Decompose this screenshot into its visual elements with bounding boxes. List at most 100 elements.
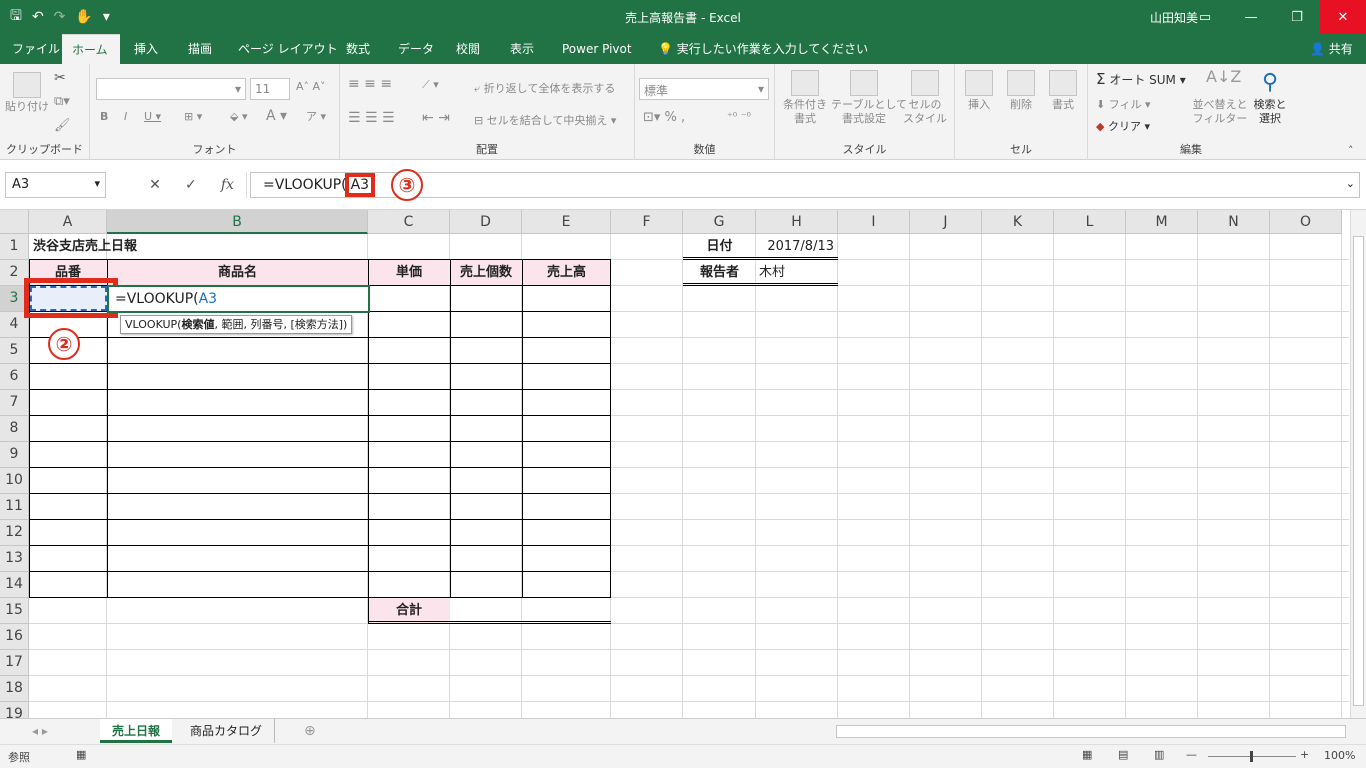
collapse-ribbon-icon[interactable]: ˄ xyxy=(1348,144,1354,157)
column-header[interactable]: C xyxy=(368,210,450,234)
font-name-input[interactable]: ▾ xyxy=(96,78,246,100)
cut-icon[interactable]: ✂ xyxy=(54,70,66,86)
tab-review[interactable]: 校閲 xyxy=(446,34,490,64)
column-header[interactable]: A xyxy=(29,210,107,234)
scroll-thumb[interactable] xyxy=(1353,236,1364,706)
expand-formula-icon[interactable]: ⌄ xyxy=(1346,177,1355,190)
conditional-format-button[interactable]: 条件付き 書式 xyxy=(779,70,831,126)
grow-font-icon[interactable]: A˄ A˅ xyxy=(296,80,326,93)
phonetic-icon[interactable]: ア ▾ xyxy=(306,108,326,124)
tab-view[interactable]: 表示 xyxy=(500,34,544,64)
row-header[interactable]: 9 xyxy=(0,442,29,468)
format-painter-icon[interactable]: 🖌 xyxy=(54,118,71,133)
indent-icon[interactable]: ⇤ ⇥ xyxy=(422,110,450,126)
row-header[interactable]: 11 xyxy=(0,494,29,520)
format-cells-button[interactable]: 書式 xyxy=(1043,70,1083,112)
tab-power-pivot[interactable]: Power Pivot xyxy=(552,34,642,64)
underline-icon[interactable]: U ▾ xyxy=(144,110,161,123)
insert-function-icon[interactable]: fx xyxy=(221,177,234,193)
find-select-button[interactable]: ⚲ 検索と 選択 xyxy=(1248,70,1292,126)
sheet-tab-catalog[interactable]: 商品カタログ xyxy=(178,719,276,743)
font-size-input[interactable]: 11 xyxy=(250,78,290,100)
wrap-text-button[interactable]: ⤶ 折り返して全体を表示する xyxy=(474,80,615,96)
select-all-corner[interactable] xyxy=(0,210,29,234)
tab-formulas[interactable]: 数式 xyxy=(336,34,380,64)
row-header[interactable]: 15 xyxy=(0,598,29,624)
tab-data[interactable]: データ xyxy=(388,34,444,64)
share-button[interactable]: 👤 共有 xyxy=(1300,34,1363,64)
zoom-level[interactable]: 100% xyxy=(1324,749,1355,762)
row-header[interactable]: 7 xyxy=(0,390,29,416)
row-header[interactable]: 13 xyxy=(0,546,29,572)
worksheet-grid[interactable]: A B C D E F G H I J K L M N O 1 2 3 4 5 6 7 8 9 10 11 12 13 14 15 16 17… xyxy=(0,210,1350,718)
bold-icon[interactable]: B xyxy=(100,110,108,123)
sort-filter-button[interactable]: A↓Z 並べ替えと フィルター xyxy=(1192,69,1248,126)
prev-sheet-icon[interactable]: ◂ ▸ xyxy=(20,719,60,743)
minimize-icon[interactable]: — xyxy=(1228,0,1274,34)
tab-draw[interactable]: 描画 xyxy=(178,34,222,64)
merge-center-button[interactable]: ⊟ セルを結合して中央揃え ▾ xyxy=(474,112,616,128)
row-header[interactable]: 10 xyxy=(0,468,29,494)
column-header[interactable]: J xyxy=(910,210,982,234)
column-header[interactable]: M xyxy=(1126,210,1198,234)
page-break-view-icon[interactable]: ▥ xyxy=(1154,748,1164,761)
clear-button[interactable]: ◆ クリア ▾ xyxy=(1096,118,1150,134)
column-header[interactable]: I xyxy=(838,210,910,234)
delete-cells-button[interactable]: 削除 xyxy=(1001,70,1041,112)
autosum-button[interactable]: Σ オート SUM ▾ xyxy=(1096,70,1186,88)
zoom-in-icon[interactable]: + xyxy=(1300,748,1309,761)
row-header[interactable]: 18 xyxy=(0,676,29,702)
page-layout-view-icon[interactable]: ▤ xyxy=(1118,748,1128,761)
column-header[interactable]: E xyxy=(522,210,611,234)
vertical-scrollbar[interactable] xyxy=(1350,210,1366,718)
column-header[interactable]: F xyxy=(611,210,683,234)
italic-icon[interactable]: I xyxy=(124,110,127,123)
cell-styles-button[interactable]: セルの スタイル xyxy=(899,70,951,126)
zoom-out-icon[interactable]: — xyxy=(1186,748,1197,761)
align-left-icon[interactable]: ☰ ☰ ☰ xyxy=(348,110,395,126)
restore-icon[interactable]: ❐ xyxy=(1274,0,1320,34)
macro-record-icon[interactable]: ▦ xyxy=(76,748,86,761)
borders-icon[interactable]: ⊞ ▾ xyxy=(184,110,202,123)
paste-button[interactable]: 貼り付け xyxy=(4,72,50,114)
cancel-icon[interactable]: ✕ xyxy=(149,177,161,193)
column-header[interactable]: N xyxy=(1198,210,1270,234)
number-format-select[interactable]: 標準 ▾ xyxy=(639,78,769,100)
ribbon-display-icon[interactable]: ▭ xyxy=(1182,0,1228,34)
row-header[interactable]: 14 xyxy=(0,572,29,598)
tell-me-box[interactable]: 💡 実行したい作業を入力してください xyxy=(648,34,878,64)
column-header[interactable]: H xyxy=(756,210,838,234)
row-header[interactable]: 16 xyxy=(0,624,29,650)
fill-button[interactable]: ⬇ フィル ▾ xyxy=(1096,96,1151,112)
align-top-icon[interactable]: ≡ ≡ ≡ xyxy=(348,76,392,92)
tab-page-layout[interactable]: ページ レイアウト xyxy=(228,34,348,64)
row-header[interactable]: 8 xyxy=(0,416,29,442)
insert-cells-button[interactable]: 挿入 xyxy=(959,70,999,112)
column-header[interactable]: K xyxy=(982,210,1054,234)
sheet-tab-sales-daily[interactable]: 売上日報 xyxy=(100,719,173,743)
copy-icon[interactable]: ⧉▾ xyxy=(54,94,70,109)
zoom-slider-handle[interactable] xyxy=(1250,751,1253,762)
column-header[interactable]: O xyxy=(1270,210,1342,234)
row-header[interactable]: 19 xyxy=(0,702,29,718)
name-box[interactable]: A3 ▾ xyxy=(5,172,106,198)
normal-view-icon[interactable]: ▦ xyxy=(1082,748,1092,761)
row-header[interactable]: 12 xyxy=(0,520,29,546)
column-header[interactable]: D xyxy=(450,210,522,234)
close-icon[interactable]: ✕ xyxy=(1320,0,1366,34)
orientation-icon[interactable]: ⟋ ▾ xyxy=(422,78,439,92)
enter-icon[interactable]: ✓ xyxy=(185,177,197,193)
format-as-table-button[interactable]: テーブルとして 書式設定 xyxy=(831,70,907,126)
row-header[interactable]: 5 xyxy=(0,338,29,364)
row-header[interactable]: 17 xyxy=(0,650,29,676)
tab-home[interactable]: ホーム xyxy=(62,34,120,64)
column-header[interactable]: G xyxy=(683,210,756,234)
tab-insert[interactable]: 挿入 xyxy=(124,34,168,64)
accounting-icon[interactable]: ⊡▾ % , xyxy=(643,110,685,125)
row-header[interactable]: 1 xyxy=(0,234,29,260)
column-header[interactable]: L xyxy=(1054,210,1126,234)
font-color-icon[interactable]: A ▾ xyxy=(266,108,287,124)
decimal-icon[interactable]: ⁺⁰ ⁻⁰ xyxy=(727,110,751,123)
column-header[interactable]: B xyxy=(107,210,368,234)
active-cell-b3[interactable]: =VLOOKUP(A3 xyxy=(107,285,370,313)
